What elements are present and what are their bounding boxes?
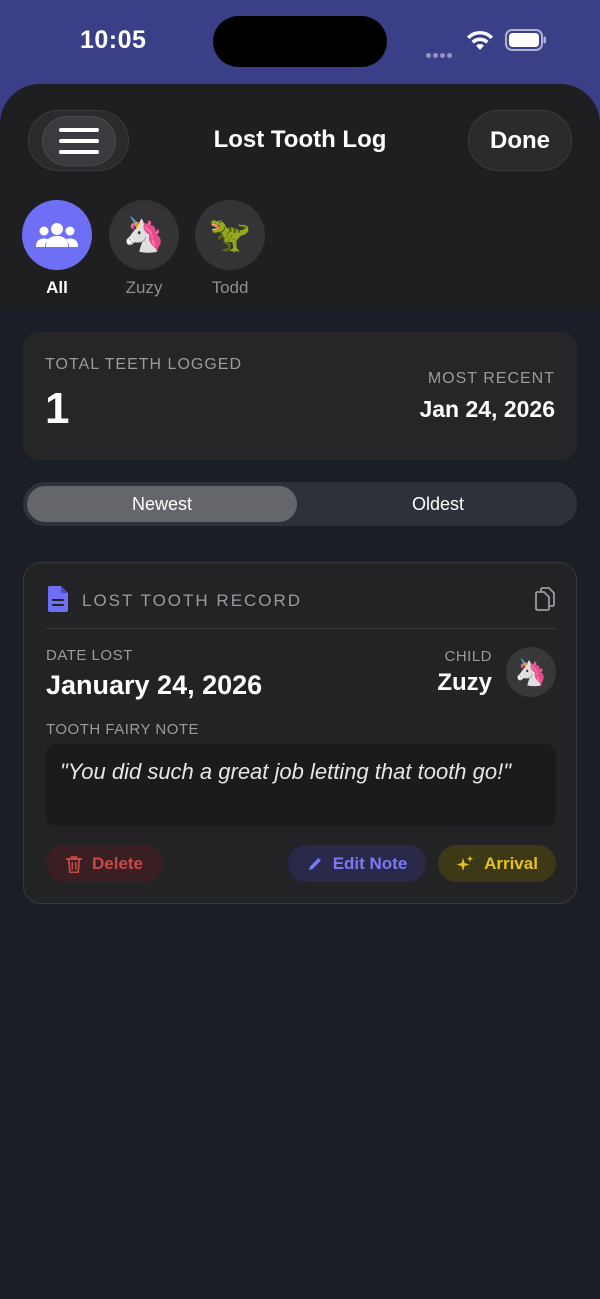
chip-label: Zuzy [125,278,163,297]
lost-tooth-log-sheet: Lost Tooth Log Done All 🦄 Zuzy 🦖 Todd TO… [0,84,600,1299]
lost-tooth-record-card: LOST TOOTH RECORD DATE LOST January 24, … [23,562,577,904]
sheet-header: Lost Tooth Log Done All 🦄 Zuzy 🦖 Todd [0,84,600,310]
pencil-icon [308,857,321,870]
tooth-fairy-note: "You did such a great job letting that t… [46,744,556,826]
copy-icon[interactable] [534,587,556,611]
sort-segmented-control: Newest Oldest [23,482,577,526]
group-icon [36,223,78,247]
child-name: Zuzy [437,669,492,696]
trash-icon [65,855,82,873]
total-count: 1 [45,384,70,433]
delete-label: Delete [91,853,144,873]
avatar [22,200,92,270]
cellular-signal-icon [426,45,458,58]
sort-oldest[interactable]: Oldest [303,486,573,522]
chip-label: Todd [211,278,249,297]
unicorn-icon: 🦄 [122,216,166,254]
arrival-label: Arrival [484,853,538,873]
dynamic-island [213,16,387,67]
battery-icon [505,29,546,51]
done-button[interactable]: Done [468,110,572,171]
status-time: 10:05 [80,26,147,54]
recent-date: Jan 24, 2026 [419,396,555,422]
status-bar: 10:05 [0,0,600,84]
date-lost-label: DATE LOST [46,647,133,664]
wifi-icon [467,30,493,50]
avatar: 🦄 [506,647,556,697]
avatar: 🦄 [109,200,179,270]
unicorn-icon: 🦄 [514,656,548,687]
document-icon [48,586,68,612]
note-label: TOOTH FAIRY NOTE [46,721,200,738]
child-filter-zuzy[interactable]: 🦄 Zuzy [109,200,179,298]
recent-label: MOST RECENT [427,370,555,387]
edit-note-button[interactable]: Edit Note [288,845,426,882]
chip-label: All [46,278,68,297]
total-label: TOTAL TEETH LOGGED [45,356,242,373]
sort-newest[interactable]: Newest [27,486,297,522]
avatar: 🦖 [195,200,265,270]
child-filter-todd[interactable]: 🦖 Todd [195,200,265,298]
divider [46,628,556,629]
delete-button[interactable]: Delete [46,845,163,882]
dinosaur-icon: 🦖 [208,216,252,254]
arrival-button[interactable]: Arrival [438,845,556,882]
child-label: CHILD [444,648,492,665]
child-filter-all[interactable]: All [22,200,92,298]
record-title: LOST TOOTH RECORD [82,591,303,610]
edit-label: Edit Note [332,853,408,873]
sparkles-icon [456,855,474,871]
date-lost-value: January 24, 2026 [46,670,263,700]
stats-card: TOTAL TEETH LOGGED 1 MOST RECENT Jan 24,… [23,332,577,460]
